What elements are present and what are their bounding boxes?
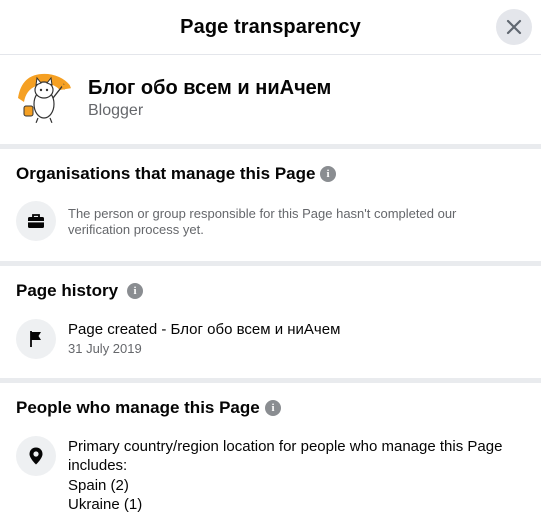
managers-country-item: Spain (2) — [68, 477, 129, 494]
close-icon — [506, 19, 522, 35]
section-divider — [0, 261, 541, 266]
dialog-title: Page transparency — [180, 16, 361, 38]
managers-section-title: People who manage this Page — [16, 398, 260, 417]
page-category: Blogger — [88, 102, 144, 119]
managers-row-icon — [16, 436, 56, 476]
organisations-verification-text: The person or group responsible for this… — [68, 206, 457, 237]
section-divider — [0, 144, 541, 149]
history-section-title: Page history — [16, 281, 119, 300]
page-name: Блог обо всем и ниАчем — [88, 77, 332, 99]
organisations-row-icon — [16, 201, 56, 241]
page-avatar[interactable] — [16, 68, 72, 124]
section-divider — [0, 378, 541, 383]
flag-icon — [30, 331, 41, 347]
history-event: Page created - Блог обо всем и ниАчем — [68, 321, 341, 338]
info-icon[interactable]: i — [265, 400, 281, 416]
managers-country-item: Ukraine (1) — [68, 496, 143, 513]
page-profile: Блог обо всем и ниАчем Blogger — [0, 56, 541, 144]
dialog-header: Page transparency — [0, 0, 541, 55]
close-button[interactable] — [496, 9, 532, 45]
history-date: 31 July 2019 — [68, 341, 142, 356]
location-pin-icon — [29, 447, 43, 465]
info-icon[interactable]: i — [320, 166, 336, 182]
briefcase-icon — [28, 214, 44, 228]
organisations-section-title: Organisations that manage this Page — [16, 164, 316, 183]
managers-location-intro: Primary country/region location for peop… — [68, 438, 503, 474]
cartoon-cat-avatar — [16, 68, 72, 124]
info-icon[interactable]: i — [127, 283, 143, 299]
history-row-icon — [16, 319, 56, 359]
